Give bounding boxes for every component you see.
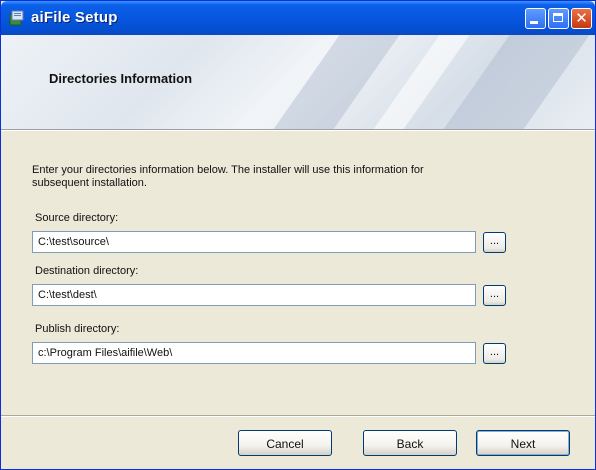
cancel-button[interactable]: Cancel	[238, 430, 332, 456]
banner-title: Directories Information	[49, 71, 193, 86]
setup-window: aiFile Setup ✕ Directories Information E…	[0, 0, 596, 470]
footer-divider	[1, 415, 595, 417]
publish-directory-input[interactable]	[32, 342, 476, 364]
next-button[interactable]: Next	[476, 430, 570, 456]
close-icon: ✕	[575, 9, 588, 27]
header-banner: Directories Information	[1, 35, 595, 130]
back-button[interactable]: Back	[363, 430, 457, 456]
destination-directory-label: Destination directory:	[35, 265, 139, 277]
destination-directory-input[interactable]	[32, 284, 476, 306]
window-title: aiFile Setup	[31, 9, 118, 26]
maximize-icon	[553, 13, 563, 22]
instructions-text: Enter your directories information below…	[32, 164, 424, 189]
close-button[interactable]: ✕	[571, 8, 592, 29]
maximize-button[interactable]	[548, 8, 569, 29]
source-directory-label: Source directory:	[35, 212, 119, 224]
destination-browse-button[interactable]: ...	[483, 285, 506, 306]
minimize-icon	[530, 21, 538, 24]
publish-directory-label: Publish directory:	[35, 323, 120, 335]
setup-app-icon	[9, 10, 24, 26]
source-directory-input[interactable]	[32, 231, 476, 253]
source-browse-button[interactable]: ...	[483, 232, 506, 253]
title-bar[interactable]: aiFile Setup ✕	[1, 1, 595, 35]
minimize-button[interactable]	[525, 8, 546, 29]
publish-browse-button[interactable]: ...	[483, 343, 506, 364]
banner-divider	[1, 130, 595, 131]
